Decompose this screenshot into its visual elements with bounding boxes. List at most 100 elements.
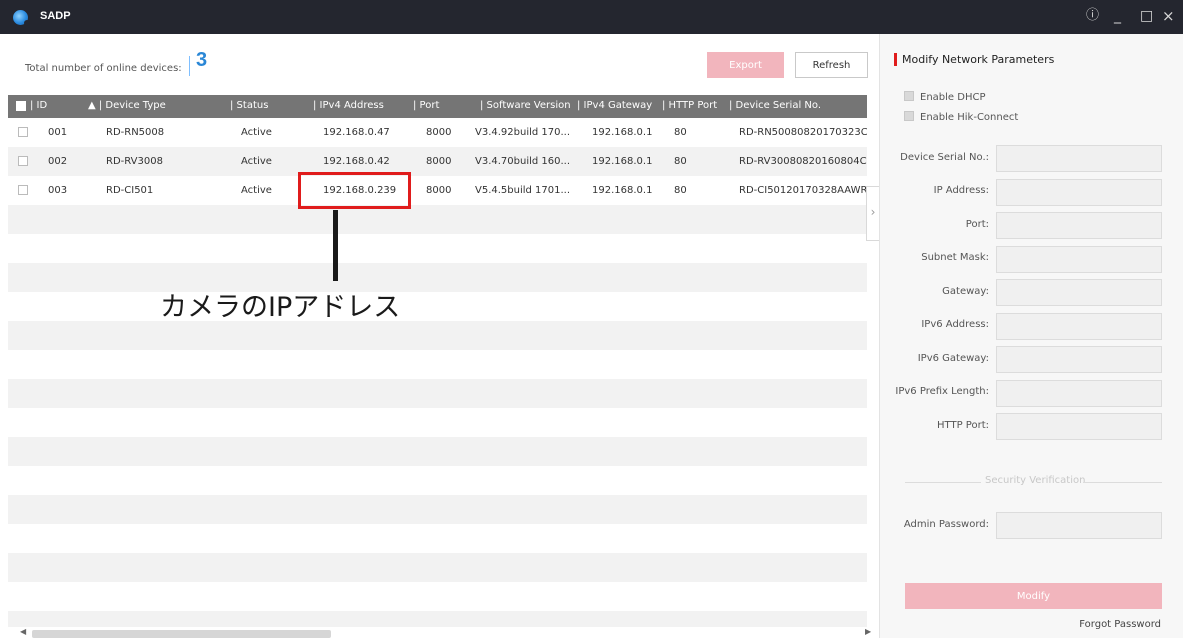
- cell-http-port: 80: [674, 127, 687, 138]
- ipv6-address-label: IPv6 Address:: [921, 319, 989, 330]
- col-ipv4-header[interactable]: | IPv4 Address: [313, 100, 384, 111]
- http-port-field[interactable]: [996, 413, 1162, 440]
- cell-status: Active: [241, 156, 272, 167]
- close-button[interactable]: ×: [1162, 8, 1175, 24]
- panel-title-marker: [894, 53, 897, 66]
- security-divider-right: [1083, 482, 1162, 483]
- cell-port: 8000: [426, 185, 452, 196]
- ip-address-field[interactable]: [996, 179, 1162, 206]
- select-all-checkbox[interactable]: [16, 101, 26, 111]
- collapse-panel-chevron-icon[interactable]: ›: [866, 186, 879, 241]
- export-button[interactable]: Export: [707, 52, 784, 78]
- col-ipv4-gateway-header[interactable]: | IPv4 Gateway: [577, 100, 652, 111]
- row-checkbox[interactable]: [18, 156, 28, 166]
- cell-port: 8000: [426, 127, 452, 138]
- row-checkbox[interactable]: [18, 127, 28, 137]
- cell-http-port: 80: [674, 156, 687, 167]
- port-label: Port:: [965, 219, 989, 230]
- cell-ipv4-gateway: 192.168.0.1: [592, 127, 653, 138]
- refresh-button[interactable]: Refresh: [795, 52, 868, 78]
- horizontal-scrollbar-thumb[interactable]: [32, 630, 331, 638]
- col-status-header[interactable]: | Status: [230, 100, 268, 111]
- empty-row: [8, 437, 867, 466]
- cell-id: 002: [48, 156, 68, 167]
- admin-password-field[interactable]: [996, 512, 1162, 539]
- enable-dhcp-checkbox[interactable]: [904, 91, 914, 101]
- subnet-mask-field[interactable]: [996, 246, 1162, 273]
- cell-serial: RD-RN50080820170323CCRF: [739, 127, 867, 138]
- cell-ipv4: 192.168.0.42: [323, 156, 390, 167]
- table-row[interactable]: 001 RD-RN5008 Active 192.168.0.47 8000 V…: [8, 118, 867, 147]
- ip-highlight-box: [298, 172, 411, 209]
- table-row[interactable]: 003 RD-CI501 Active 192.168.0.239 8000 V…: [8, 176, 867, 205]
- gateway-label: Gateway:: [942, 286, 989, 297]
- enable-dhcp-option[interactable]: Enable DHCP: [904, 91, 985, 103]
- panel-title: Modify Network Parameters: [902, 53, 1055, 66]
- col-software-version-header[interactable]: | Software Version: [480, 100, 571, 111]
- cell-device-type: RD-CI501: [106, 185, 154, 196]
- gateway-field[interactable]: [996, 279, 1162, 306]
- cell-status: Active: [241, 185, 272, 196]
- admin-password-label: Admin Password:: [903, 519, 989, 530]
- ipv6-prefix-label: IPv6 Prefix Length:: [895, 386, 989, 397]
- serial-label: Device Serial No.:: [900, 152, 989, 163]
- row-checkbox[interactable]: [18, 185, 28, 195]
- cell-device-type: RD-RN5008: [106, 127, 165, 138]
- modify-network-panel: Modify Network Parameters Enable DHCP En…: [879, 34, 1183, 638]
- subnet-mask-label: Subnet Mask:: [921, 252, 989, 263]
- empty-row: [8, 611, 867, 627]
- cell-id: 003: [48, 185, 68, 196]
- cell-device-type: RD-RV3008: [106, 156, 163, 167]
- security-verification-label: Security Verification: [985, 475, 1086, 486]
- maximize-button[interactable]: □: [1140, 8, 1153, 24]
- table-header: | ID ▲ | Device Type | Status | IPv4 Add…: [8, 95, 867, 118]
- table-row[interactable]: 002 RD-RV3008 Active 192.168.0.42 8000 V…: [8, 147, 867, 176]
- enable-hik-connect-checkbox[interactable]: [904, 111, 914, 121]
- col-device-type-header[interactable]: ▲ | Device Type: [88, 100, 166, 111]
- col-http-port-header[interactable]: | HTTP Port: [662, 100, 717, 111]
- scroll-right-icon[interactable]: ▶: [865, 627, 871, 636]
- ipv6-address-field[interactable]: [996, 313, 1162, 340]
- serial-field[interactable]: [996, 145, 1162, 172]
- enable-hik-connect-option[interactable]: Enable Hik-Connect: [904, 111, 1018, 123]
- forgot-password-link[interactable]: Forgot Password: [1079, 619, 1161, 630]
- col-serial-header[interactable]: | Device Serial No.: [729, 100, 821, 111]
- empty-row: [8, 263, 867, 292]
- scroll-left-icon[interactable]: ◀: [20, 627, 26, 636]
- ipv6-gateway-label: IPv6 Gateway:: [917, 353, 989, 364]
- cell-id: 001: [48, 127, 68, 138]
- enable-dhcp-label: Enable DHCP: [920, 92, 986, 103]
- empty-row: [8, 379, 867, 408]
- col-port-header[interactable]: | Port: [413, 100, 439, 111]
- ipv6-prefix-field[interactable]: [996, 380, 1162, 407]
- sadp-logo-icon: [13, 10, 30, 26]
- cell-ipv4: 192.168.0.47: [323, 127, 390, 138]
- count-divider: [189, 56, 190, 76]
- col-id-header[interactable]: | ID: [30, 100, 47, 111]
- port-field[interactable]: [996, 212, 1162, 239]
- minimize-button[interactable]: _: [1114, 8, 1121, 24]
- ip-address-label: IP Address:: [933, 185, 989, 196]
- empty-row: [8, 205, 867, 234]
- security-divider-left: [905, 482, 981, 483]
- cell-ipv4-gateway: 192.168.0.1: [592, 156, 653, 167]
- empty-row: [8, 321, 867, 350]
- cell-http-port: 80: [674, 185, 687, 196]
- ipv6-gateway-field[interactable]: [996, 346, 1162, 373]
- online-devices-label: Total number of online devices:: [25, 63, 182, 74]
- cell-port: 8000: [426, 156, 452, 167]
- http-port-label: HTTP Port:: [937, 420, 989, 431]
- modify-button[interactable]: Modify: [905, 583, 1162, 609]
- cell-ipv4-gateway: 192.168.0.1: [592, 185, 653, 196]
- cell-software-version: V3.4.92build 170...: [475, 127, 571, 138]
- cell-status: Active: [241, 127, 272, 138]
- annotation-pointer: [333, 210, 338, 281]
- online-devices-count: 3: [196, 49, 208, 71]
- empty-row: [8, 495, 867, 524]
- app-title: SADP: [40, 10, 71, 22]
- enable-hik-connect-label: Enable Hik-Connect: [920, 112, 1019, 123]
- cell-software-version: V3.4.70build 160...: [475, 156, 571, 167]
- cell-serial: RD-CI50120170328AAWR7: [739, 185, 867, 196]
- info-icon[interactable]: ⓘ: [1086, 8, 1099, 24]
- cell-serial: RD-RV30080820160804CCWI: [739, 156, 867, 167]
